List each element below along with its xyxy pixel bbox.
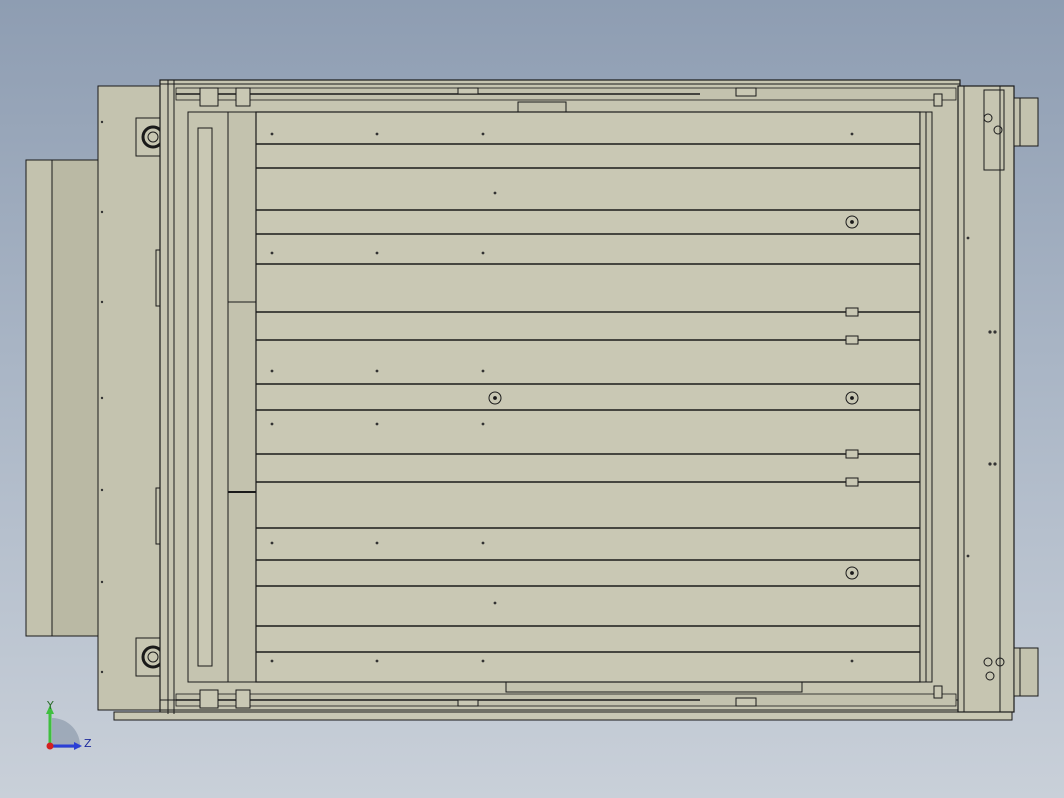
graphics-viewport[interactable]: Y Z <box>0 0 1064 798</box>
z-axis-label: Z <box>84 737 92 750</box>
y-axis-label: Y <box>47 699 54 712</box>
axis-triad <box>46 705 82 750</box>
x-axis-dot <box>46 742 54 750</box>
